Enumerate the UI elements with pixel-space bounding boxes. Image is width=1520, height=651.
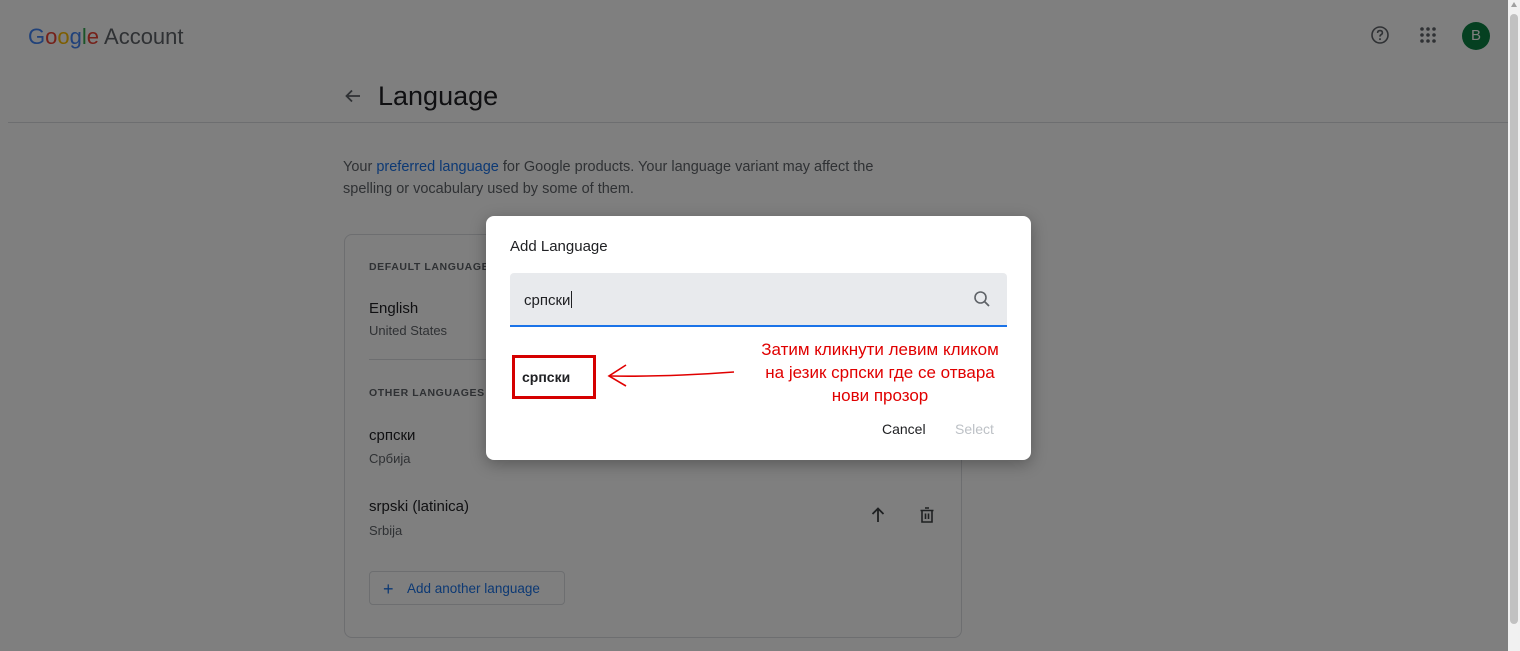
language-search-input[interactable]: српски	[510, 273, 1007, 327]
select-button[interactable]: Select	[955, 421, 994, 437]
search-input-value[interactable]: српски	[524, 291, 573, 309]
annotation-note: Затим кликнути левим кликом на језик срп…	[724, 338, 1036, 407]
annotation-line: на језик српски где се отвара	[765, 363, 995, 382]
scroll-up-arrow-icon[interactable]	[1511, 2, 1517, 7]
language-result-item[interactable]: српски	[512, 355, 596, 399]
cancel-button[interactable]: Cancel	[882, 421, 926, 437]
scroll-thumb[interactable]	[1510, 14, 1518, 624]
add-language-dialog: Add Language српски српски Затим кликнут…	[486, 216, 1031, 460]
search-value-text: српски	[524, 292, 571, 309]
annotation-line: нови прозор	[831, 386, 929, 405]
annotation-line: Затим кликнути левим кликом	[761, 340, 999, 359]
dialog-title: Add Language	[510, 238, 608, 255]
text-caret	[571, 291, 573, 308]
scrollbar[interactable]	[1508, 0, 1520, 651]
annotation-arrow-icon	[607, 364, 735, 387]
search-icon[interactable]	[972, 289, 992, 309]
